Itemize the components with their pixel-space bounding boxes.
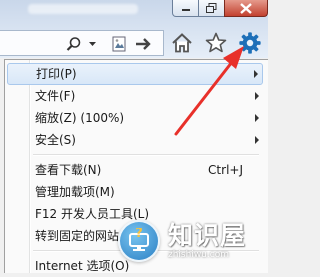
- favorites-star-icon[interactable]: [204, 31, 228, 55]
- menu-item-label: 管理加载项(M): [35, 185, 115, 199]
- address-bar[interactable]: [0, 30, 164, 56]
- watermark-url: zhishiwu.com: [168, 249, 229, 260]
- go-arrow-icon[interactable]: [134, 36, 154, 52]
- submenu-arrow-icon: [255, 92, 259, 100]
- menu-item-label: 安全(S): [35, 133, 76, 147]
- menu-item-file[interactable]: 文件(F): [7, 85, 263, 107]
- restore-button[interactable]: [198, 0, 225, 17]
- page-picture-icon[interactable]: [110, 36, 128, 52]
- minimize-button[interactable]: [172, 0, 199, 17]
- menu-item-label: 缩放(Z) (100%): [35, 111, 125, 125]
- minimize-icon: [181, 9, 190, 11]
- home-icon[interactable]: [170, 31, 194, 55]
- menu-item-label: 文件(F): [35, 89, 76, 103]
- tools-gear-icon[interactable]: [238, 31, 262, 55]
- watermark: ? 知识屋 zhishiwu.com: [118, 208, 268, 273]
- restore-icon: [206, 3, 217, 13]
- close-icon: [240, 2, 252, 14]
- submenu-arrow-icon: [255, 114, 259, 122]
- watermark-text: 知识屋: [168, 220, 247, 250]
- svg-text:?: ?: [135, 228, 143, 241]
- submenu-arrow-icon: [255, 136, 259, 144]
- search-icon[interactable]: [66, 36, 82, 52]
- menu-item-manage-addons[interactable]: 管理加载项(M): [7, 181, 263, 203]
- watermark-logo-icon: ?: [118, 219, 160, 262]
- dropdown-icon[interactable]: [88, 36, 97, 52]
- menu-item-view-downloads[interactable]: 查看下载(N) Ctrl+J: [7, 159, 263, 181]
- menu-item-label: 打印(P): [36, 67, 77, 81]
- close-button[interactable]: [224, 0, 268, 17]
- menu-item-label: 查看下载(N): [35, 163, 102, 177]
- menu-item-shortcut: Ctrl+J: [208, 163, 243, 177]
- menu-item-zoom[interactable]: 缩放(Z) (100%): [7, 107, 263, 129]
- menu-item-safety[interactable]: 安全(S): [7, 129, 263, 151]
- menu-item-label: Internet 选项(O): [35, 259, 130, 273]
- menu-item-print[interactable]: 打印(P): [7, 63, 263, 85]
- submenu-arrow-icon: [254, 70, 258, 78]
- blurred-title-text: [28, 4, 138, 14]
- menu-separator: [33, 154, 259, 155]
